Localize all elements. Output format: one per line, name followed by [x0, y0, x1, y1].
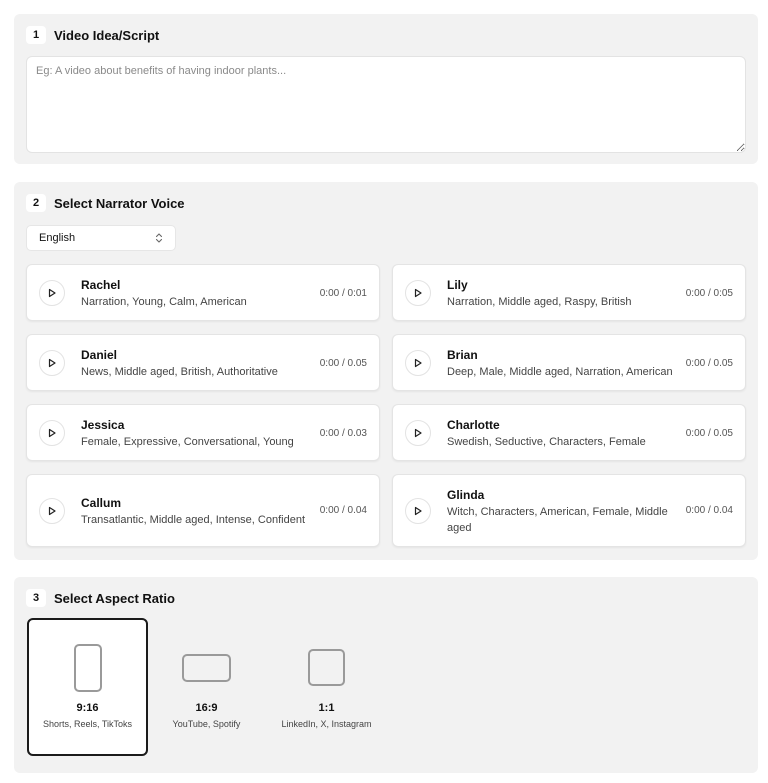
language-select[interactable]: English: [26, 225, 176, 251]
aspect-ratio-label: 9:16: [29, 702, 146, 714]
play-button[interactable]: [405, 420, 431, 446]
play-button[interactable]: [405, 280, 431, 306]
play-button[interactable]: [39, 420, 65, 446]
voice-name: Glinda: [447, 488, 484, 502]
voice-card-charlotte[interactable]: Charlotte Swedish, Seductive, Characters…: [392, 404, 746, 461]
voice-tags: News, Middle aged, British, Authoritativ…: [81, 364, 317, 380]
voice-name: Rachel: [81, 278, 120, 292]
voice-time: 0:00 / 0.05: [686, 358, 733, 369]
step-number-badge: 2: [26, 194, 46, 212]
step-number-badge: 1: [26, 26, 46, 44]
voice-time: 0:00 / 0:05: [686, 288, 733, 299]
play-icon: [47, 288, 57, 298]
play-icon: [413, 358, 423, 368]
voice-card-jessica[interactable]: Jessica Female, Expressive, Conversation…: [26, 404, 380, 461]
language-select-value: English: [39, 232, 75, 244]
chevron-up-down-icon: [155, 232, 163, 244]
aspect-ratio-label: 16:9: [146, 702, 267, 714]
step-number-badge: 3: [26, 589, 46, 607]
aspect-ratio-title: Select Aspect Ratio: [54, 591, 175, 606]
voice-card-callum[interactable]: Callum Transatlantic, Middle aged, Inten…: [26, 474, 380, 547]
aspect-ratio-header: 3 Select Aspect Ratio: [26, 589, 175, 607]
landscape-frame-icon: [182, 654, 231, 682]
square-frame-icon: [308, 649, 345, 686]
play-button[interactable]: [39, 498, 65, 524]
video-idea-title: Video Idea/Script: [54, 28, 159, 43]
play-icon: [413, 288, 423, 298]
voice-name: Brian: [447, 348, 478, 362]
aspect-ratio-option-1-1[interactable]: 1:1 LinkedIn, X, Instagram: [266, 618, 387, 756]
voice-name: Charlotte: [447, 418, 500, 432]
narrator-voice-title: Select Narrator Voice: [54, 196, 185, 211]
voice-name: Daniel: [81, 348, 117, 362]
portrait-frame-icon: [74, 644, 102, 692]
voice-tags: Narration, Young, Calm, American: [81, 294, 317, 310]
play-button[interactable]: [39, 280, 65, 306]
play-button[interactable]: [405, 498, 431, 524]
video-idea-section: 1 Video Idea/Script: [14, 14, 758, 164]
aspect-ratio-desc: LinkedIn, X, Instagram: [266, 719, 387, 729]
aspect-ratio-desc: Shorts, Reels, TikToks: [29, 719, 146, 729]
voice-tags: Swedish, Seductive, Characters, Female: [447, 434, 683, 450]
aspect-ratio-option-16-9[interactable]: 16:9 YouTube, Spotify: [146, 618, 267, 756]
voice-tags: Narration, Middle aged, Raspy, British: [447, 294, 683, 310]
voice-name: Callum: [81, 496, 121, 510]
aspect-ratio-desc: YouTube, Spotify: [146, 719, 267, 729]
play-button[interactable]: [405, 350, 431, 376]
voice-tags: Transatlantic, Middle aged, Intense, Con…: [81, 512, 321, 528]
aspect-ratio-section: 3 Select Aspect Ratio 9:16 Shorts, Reels…: [14, 577, 758, 773]
voice-card-glinda[interactable]: Glinda Witch, Characters, American, Fema…: [392, 474, 746, 547]
voice-card-rachel[interactable]: Rachel Narration, Young, Calm, American …: [26, 264, 380, 321]
voice-time: 0:00 / 0.04: [686, 505, 733, 516]
voice-name: Lily: [447, 278, 468, 292]
voice-tags: Deep, Male, Middle aged, Narration, Amer…: [447, 364, 687, 380]
video-idea-header: 1 Video Idea/Script: [26, 26, 159, 44]
voice-card-lily[interactable]: Lily Narration, Middle aged, Raspy, Brit…: [392, 264, 746, 321]
aspect-ratio-option-9-16[interactable]: 9:16 Shorts, Reels, TikToks: [27, 618, 148, 756]
video-script-input[interactable]: [26, 56, 746, 153]
play-icon: [47, 358, 57, 368]
voice-tags: Female, Expressive, Conversational, Youn…: [81, 434, 317, 450]
voice-tags: Witch, Characters, American, Female, Mid…: [447, 504, 679, 536]
aspect-ratio-label: 1:1: [266, 702, 387, 714]
play-icon: [413, 428, 423, 438]
narrator-voice-header: 2 Select Narrator Voice: [26, 194, 185, 212]
play-button[interactable]: [39, 350, 65, 376]
voice-card-brian[interactable]: Brian Deep, Male, Middle aged, Narration…: [392, 334, 746, 391]
voice-time: 0:00 / 0.04: [320, 505, 367, 516]
voice-name: Jessica: [81, 418, 124, 432]
voice-card-daniel[interactable]: Daniel News, Middle aged, British, Autho…: [26, 334, 380, 391]
voice-time: 0:00 / 0:01: [320, 288, 367, 299]
voice-time: 0:00 / 0.03: [320, 428, 367, 439]
narrator-voice-section: 2 Select Narrator Voice English Rachel N…: [14, 182, 758, 560]
voice-time: 0:00 / 0.05: [320, 358, 367, 369]
voice-time: 0:00 / 0.05: [686, 428, 733, 439]
play-icon: [47, 428, 57, 438]
play-icon: [47, 506, 57, 516]
play-icon: [413, 506, 423, 516]
